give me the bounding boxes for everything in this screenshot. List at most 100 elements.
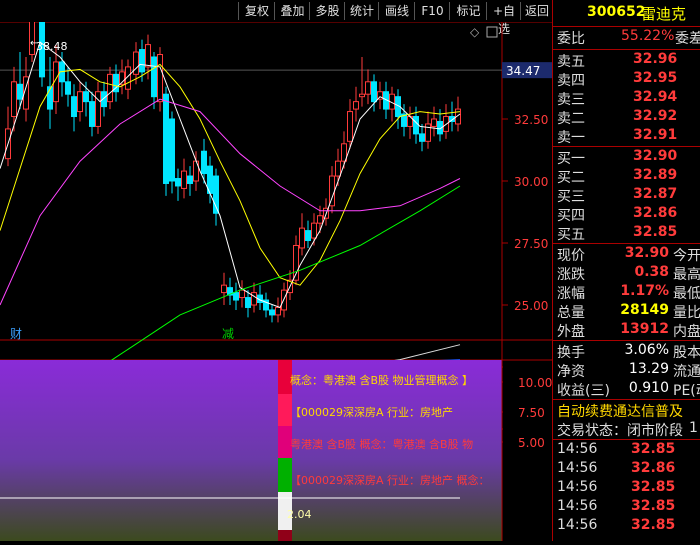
stat-extra-4: 内盘 <box>673 324 700 340</box>
weibi-label: 委比 <box>557 31 585 47</box>
candle-body <box>419 133 425 142</box>
candle-body <box>425 123 431 142</box>
sep-4 <box>553 243 700 244</box>
tick-time-3: 14:56 <box>557 498 598 514</box>
stat-extra-0: 今开 <box>673 248 700 264</box>
scroll-text-2: 【000029深深房A 行业：房地产 <box>290 405 453 419</box>
kline-chart[interactable]: 32.5030.0027.5025.0022.5020.0034.4738.48… <box>0 0 552 541</box>
bid-price-5: 32.85 <box>633 224 678 240</box>
bid-price-2: 32.89 <box>633 167 678 183</box>
stat-value-0: 32.90 <box>624 245 669 261</box>
candle-body <box>151 56 157 98</box>
candle-body <box>169 118 175 182</box>
stat-extra-1: 最高 <box>673 267 700 283</box>
candle-body <box>347 111 353 142</box>
sep-2 <box>553 49 700 50</box>
stat2-value-0: 3.06% <box>624 342 669 358</box>
ask-price-2: 32.92 <box>633 108 678 124</box>
candle-body <box>221 284 227 294</box>
bid-label-3: 买三 <box>557 189 585 205</box>
scroll-text-3: 粤港澳 含B股 概念：粤港澳 含B股 物 <box>290 437 473 451</box>
chart-svg[interactable]: 32.5030.0027.5025.0022.5020.0034.4738.48… <box>0 0 552 541</box>
ask-label-2: 卖二 <box>557 111 585 127</box>
trade-status-value: 闭市阶段 <box>627 423 683 439</box>
bid-label-5: 买五 <box>557 227 585 243</box>
candle-body <box>317 215 323 224</box>
ask-price-5: 32.96 <box>633 51 678 67</box>
bid-label-2: 买二 <box>557 170 585 186</box>
toolbar-button-4[interactable]: 画线 <box>378 2 415 20</box>
window-box-icon[interactable] <box>486 26 498 38</box>
candle-body <box>145 44 151 68</box>
ad-link[interactable]: 自动续费通达信普及 <box>557 401 683 421</box>
y-tick-label: 25.00 <box>514 299 548 313</box>
candle-body <box>181 170 187 189</box>
scroll-text-4: 【000029深深房A 行业：房地产 概念： <box>290 473 490 487</box>
candle-body <box>157 54 163 103</box>
ma20-line <box>0 98 461 306</box>
marker-jian: 减 <box>222 327 234 341</box>
candle-body <box>71 96 77 118</box>
stat2-label-1: 净资 <box>557 364 585 380</box>
candle-body <box>269 309 275 316</box>
stat2-value-2: 0.910 <box>628 380 669 396</box>
candle-body <box>311 222 317 239</box>
candle-body <box>11 81 17 118</box>
toolbar-button-3[interactable]: 统计 <box>344 2 379 20</box>
diamond-icon[interactable]: ◇ <box>470 25 480 39</box>
candle-body <box>95 91 101 127</box>
weibi-value: 55.22% <box>621 28 675 44</box>
sep-3 <box>553 146 700 147</box>
candle-body <box>65 81 71 95</box>
toolbar-button-5[interactable]: F10 <box>414 2 450 20</box>
candle-body <box>77 91 83 113</box>
candle-body <box>201 150 207 175</box>
toolbar-button-6[interactable]: 标记 <box>449 2 487 20</box>
stat-label-2: 涨幅 <box>557 286 585 302</box>
indicator-bar-segment <box>278 530 292 541</box>
toolbar-button-8[interactable]: 返回 <box>520 2 553 20</box>
toolbar-button-0[interactable]: 复权 <box>238 2 275 20</box>
stat2-extra-2: PE(动 <box>673 383 700 399</box>
toolbar-button-1[interactable]: 叠加 <box>274 2 310 20</box>
stat2-value-1: 13.29 <box>628 361 669 377</box>
stat2-label-0: 换手 <box>557 345 585 361</box>
stat-value-2: 1.17% <box>620 283 669 299</box>
tick-price-0: 32.85 <box>631 441 676 457</box>
y-tick-label: 30.00 <box>514 175 548 189</box>
candle-body <box>413 116 419 135</box>
candle-body <box>335 160 341 177</box>
marker-cai: 财 <box>10 327 22 341</box>
trade-status-extra: 1 <box>689 420 698 436</box>
candle-body <box>107 73 113 103</box>
weidiff-label: 委差 <box>675 31 700 47</box>
tick-price-2: 32.85 <box>631 479 676 495</box>
y-tick-label: 27.50 <box>514 237 548 251</box>
toolbar-button-7[interactable]: +自选 <box>486 2 521 36</box>
scroll-text-1: 概念：粤港澳 含B股 物业管理概念 】 <box>290 373 473 387</box>
bid-label-1: 买一 <box>557 151 585 167</box>
ask-price-4: 32.95 <box>633 70 678 86</box>
ask-label-5: 卖五 <box>557 54 585 70</box>
candle-body <box>163 93 169 184</box>
candle-body <box>17 83 23 100</box>
tick-time-2: 14:56 <box>557 479 598 495</box>
candle-body <box>83 91 89 103</box>
lower-tick-label: 7.50 <box>518 406 545 420</box>
y-tick-label: 32.50 <box>514 113 548 127</box>
stat2-label-2: 收益(三) <box>557 383 610 399</box>
candle-body <box>133 51 139 75</box>
candle-body <box>239 289 245 299</box>
tick-time-1: 14:56 <box>557 460 598 476</box>
bid-price-4: 32.86 <box>633 205 678 221</box>
stat2-extra-0: 股本 <box>673 345 700 361</box>
candle-body <box>251 292 257 306</box>
ask-label-3: 卖三 <box>557 92 585 108</box>
trade-status-label: 交易状态： <box>557 423 627 439</box>
sep-1 <box>553 26 700 27</box>
stat-label-0: 现价 <box>557 248 585 264</box>
candle-body <box>353 101 359 110</box>
tick-price-4: 32.85 <box>631 517 676 533</box>
toolbar: 复权 叠加 多股 统计 画线 F10 标记 +自选 返回 <box>0 0 553 36</box>
toolbar-button-2[interactable]: 多股 <box>309 2 345 20</box>
